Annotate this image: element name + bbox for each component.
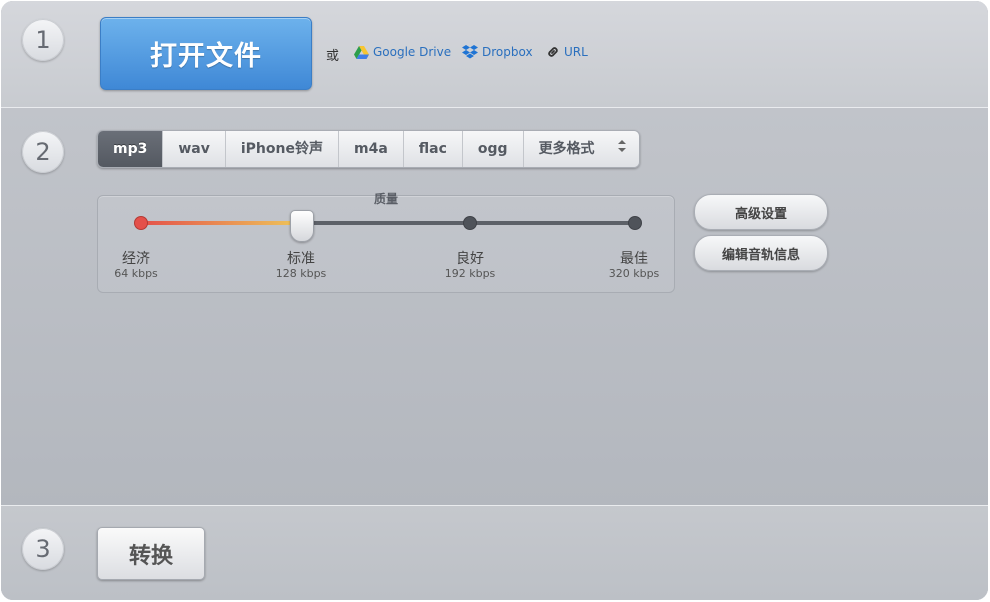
quality-level-name: 最佳	[620, 251, 648, 267]
quality-slider-fill	[139, 221, 301, 225]
quality-level-rate: 192 kbps	[444, 267, 496, 280]
google-drive-icon	[354, 45, 369, 59]
quality-stop-good[interactable]	[463, 216, 477, 230]
quality-stop-economy[interactable]	[134, 216, 148, 230]
dropbox-link[interactable]: Dropbox	[462, 45, 533, 59]
step-settings-section: 2 mp3 wav iPhone铃声 m4a flac ogg 更多格式 质量	[1, 107, 988, 506]
format-tabs: mp3 wav iPhone铃声 m4a flac ogg 更多格式	[97, 130, 640, 168]
step-number-2: 2	[22, 131, 64, 173]
google-drive-label: Google Drive	[373, 45, 452, 59]
link-icon	[546, 45, 560, 59]
quality-level-name: 良好	[456, 251, 484, 267]
quality-group: 质量 经济 64 kbps 标准 128 kbps 良好 192 kbps 最佳…	[97, 192, 675, 293]
step-convert-section: 3 转换	[1, 505, 988, 600]
step-number-1: 1	[22, 19, 64, 61]
quality-stop-best[interactable]	[628, 216, 642, 230]
quality-level-name: 标准	[287, 251, 315, 267]
dropbox-icon	[462, 45, 478, 59]
format-tab-mp3[interactable]: mp3	[98, 131, 164, 167]
quality-level-rate: 128 kbps	[275, 267, 327, 280]
more-formats-label: 更多格式	[538, 141, 595, 157]
step-open-section: 1 打开文件 或 Google Drive Dropbox URL	[1, 1, 988, 107]
format-tab-iphone-ringtone[interactable]: iPhone铃声	[225, 131, 339, 167]
advanced-settings-button[interactable]: 高级设置	[694, 194, 828, 230]
quality-level-rate: 64 kbps	[114, 267, 158, 280]
format-tab-m4a[interactable]: m4a	[338, 131, 404, 167]
quality-level-name: 经济	[122, 251, 150, 267]
google-drive-link[interactable]: Google Drive	[354, 45, 451, 59]
dropbox-label: Dropbox	[482, 45, 533, 59]
format-tab-wav[interactable]: wav	[163, 131, 226, 167]
or-text: 或	[326, 49, 340, 64]
quality-level-rate: 320 kbps	[608, 267, 660, 280]
quality-slider-handle[interactable]	[290, 210, 314, 242]
open-file-button[interactable]: 打开文件	[100, 17, 312, 90]
quality-label: 质量	[373, 192, 398, 206]
format-tab-flac[interactable]: flac	[403, 131, 463, 167]
convert-button[interactable]: 转换	[97, 527, 205, 580]
step-number-3: 3	[22, 528, 64, 570]
more-formats-select[interactable]: 更多格式	[523, 131, 639, 167]
updown-arrows-icon	[617, 131, 627, 167]
format-tab-ogg[interactable]: ogg	[462, 131, 524, 167]
edit-track-info-button[interactable]: 编辑音轨信息	[694, 235, 828, 271]
converter-panel: 1 打开文件 或 Google Drive Dropbox URL 2 mp3 …	[1, 1, 988, 600]
url-link[interactable]: URL	[546, 45, 588, 59]
url-label: URL	[564, 45, 588, 59]
